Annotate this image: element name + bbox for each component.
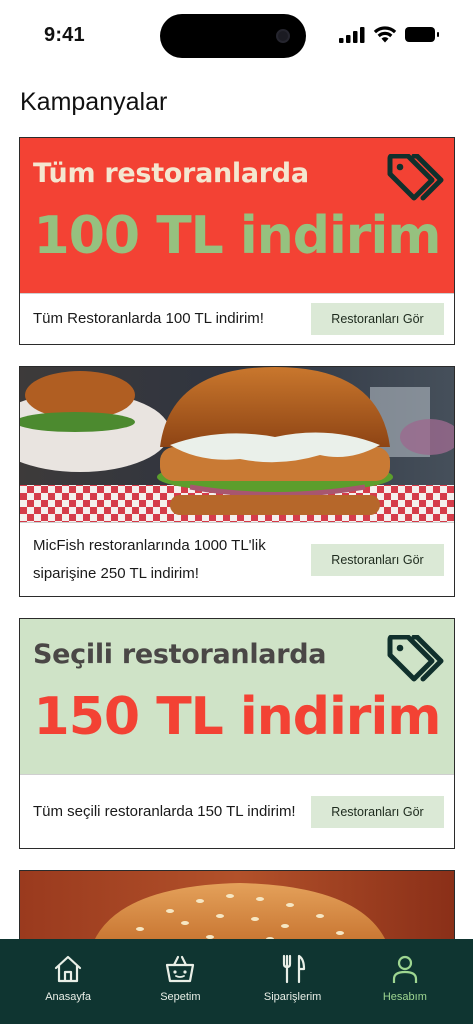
status-time: 9:41: [44, 24, 85, 46]
campaign-card[interactable]: Tüm restoranlarda 100 TL indirim Tüm Res…: [19, 137, 455, 345]
home-icon: [55, 955, 82, 983]
campaign-footer: MicFish restoranlarında 1000 TL'lik sipa…: [20, 522, 454, 596]
wifi-icon: [373, 26, 397, 43]
campaign-footer: Tüm Restoranlarda 100 TL indirim! Restor…: [20, 293, 454, 344]
dynamic-island: [160, 14, 306, 58]
tags-icon: [387, 635, 444, 682]
campaign-card[interactable]: Seçili restoranlarda 150 TL indirim Tüm …: [19, 618, 455, 849]
campaign-banner: Tüm restoranlarda 100 TL indirim: [20, 138, 454, 293]
fish-burger-photo: [20, 367, 454, 522]
campaign-description: Tüm seçili restoranlarda 150 TL indirim!: [33, 802, 296, 820]
campaign-card[interactable]: MicFish restoranlarında 1000 TL'lik sipa…: [19, 366, 455, 597]
campaign-footer: Tüm seçili restoranlarda 150 TL indirim!…: [20, 774, 454, 848]
campaign-description: Tüm Restoranlarda 100 TL indirim!: [33, 310, 264, 327]
banner-subtitle: Seçili restoranlarda: [33, 639, 327, 670]
campaign-description: MicFish restoranlarında 1000 TL'lik sipa…: [33, 536, 266, 582]
fish-burger-image: [20, 367, 454, 522]
campaign-banner: Seçili restoranlarda 150 TL indirim: [20, 619, 454, 774]
nav-label: Sepetim: [160, 991, 201, 1003]
nav-label: Hesabım: [382, 991, 427, 1003]
fork-knife-icon: [282, 954, 305, 984]
view-restaurants-button[interactable]: Restoranları Gör: [311, 795, 444, 828]
nav-label: Anasayfa: [45, 991, 92, 1003]
nav-item-basket[interactable]: Sepetim: [130, 939, 230, 1024]
nav-item-home[interactable]: Anasayfa: [18, 939, 118, 1024]
cellular-signal-icon: [339, 26, 365, 43]
nav-item-account[interactable]: Hesabım: [355, 939, 455, 1024]
user-icon: [392, 955, 417, 983]
bottom-nav: Anasayfa Sepetim Siparişlerim Hesabım: [0, 939, 473, 1024]
campaign-card[interactable]: [19, 870, 455, 950]
tags-icon: [387, 154, 444, 201]
banner-headline: 100 TL indirim: [33, 206, 442, 266]
view-restaurants-button[interactable]: Restoranları Gör: [311, 303, 444, 335]
camera-icon: [276, 29, 290, 43]
battery-icon: [405, 27, 439, 42]
banner-headline: 150 TL indirim: [33, 687, 442, 747]
banner-subtitle: Tüm restoranlarda: [33, 158, 309, 189]
nav-item-orders[interactable]: Siparişlerim: [243, 939, 343, 1024]
nav-label: Siparişlerim: [263, 991, 322, 1003]
view-restaurants-button[interactable]: Restoranları Gör: [311, 543, 444, 576]
page-title: Kampanyalar: [20, 88, 168, 116]
status-icons: [339, 26, 439, 43]
status-bar: 9:41: [0, 0, 473, 70]
basket-icon: [166, 955, 195, 983]
